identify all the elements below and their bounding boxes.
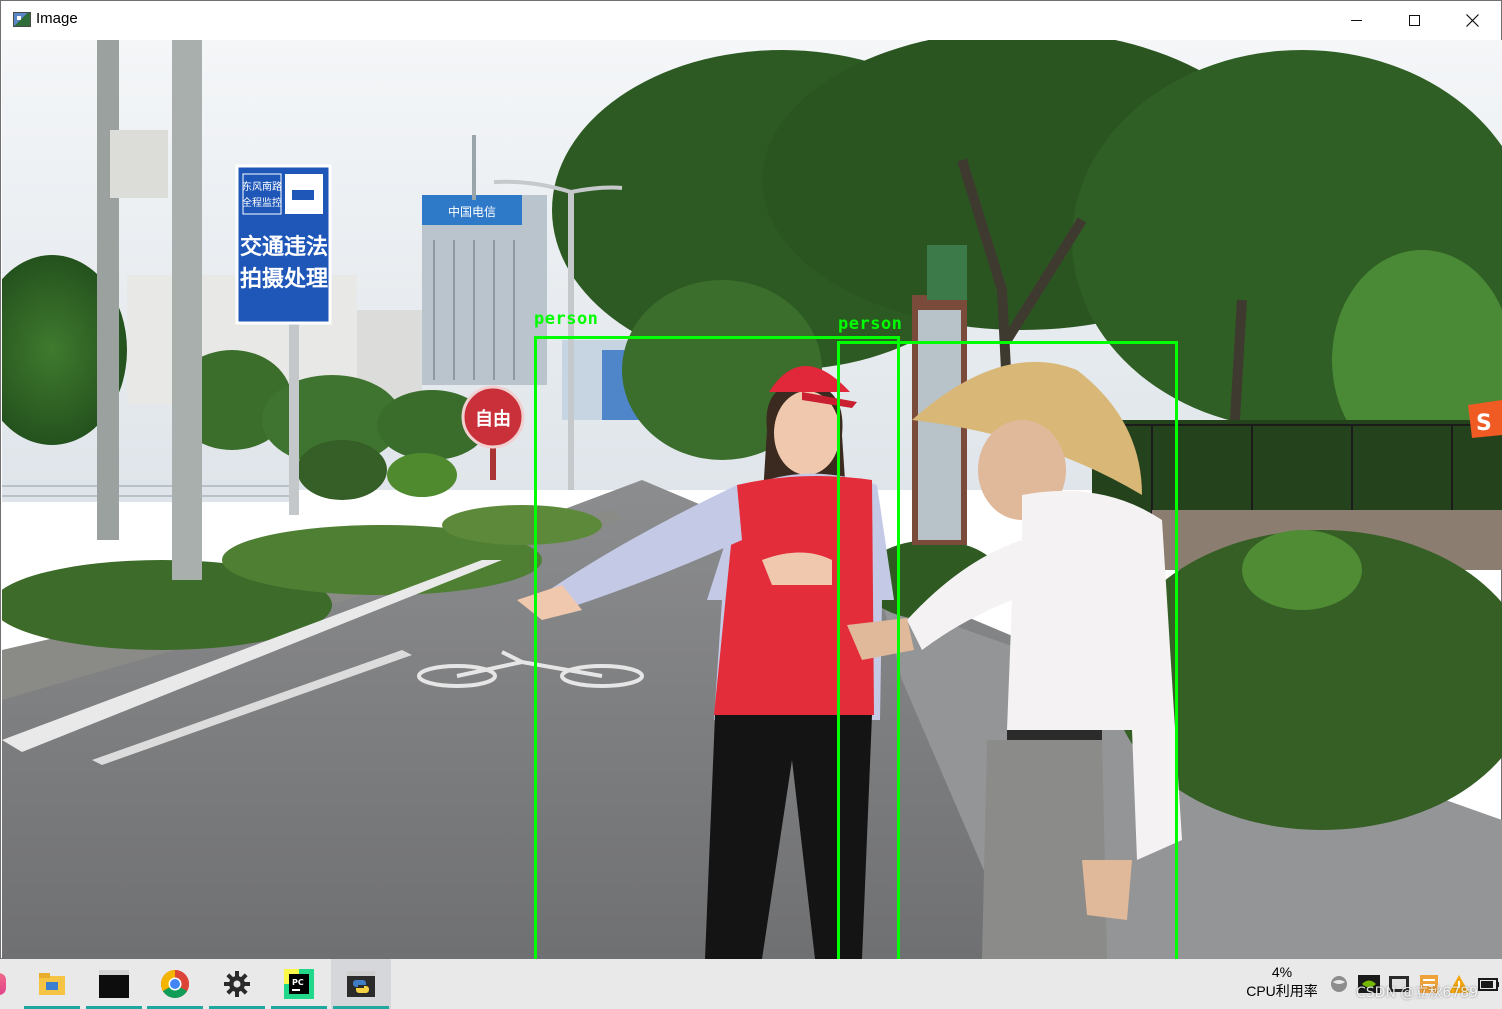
- taskbar-app-python[interactable]: [331, 959, 391, 1009]
- detection-label-person-2: person: [838, 314, 903, 334]
- taskbar-app-pycharm[interactable]: PC: [269, 959, 329, 1009]
- chrome-icon: [161, 970, 189, 998]
- cpu-usage-label: CPU利用率: [1246, 983, 1318, 999]
- taskbar-app-terminal[interactable]: [84, 959, 144, 1009]
- pycharm-icon: PC: [284, 969, 314, 999]
- building-sign-text: 中国电信: [448, 204, 496, 219]
- image-canvas: 中国电信 东风南路 全程监控 交通违法 拍摄处理 自由 S person per…: [2, 40, 1502, 959]
- sign-small-text-1: 东风南路: [242, 180, 282, 193]
- file-explorer-icon: [39, 973, 65, 995]
- round-sign-text: 自由: [475, 408, 511, 430]
- detection-label-person-1: person: [534, 309, 599, 329]
- taskbar-app-file-explorer[interactable]: [22, 959, 82, 1009]
- terminal-icon: [99, 970, 129, 998]
- sign-small-text-2: 全程监控: [242, 196, 282, 209]
- image-app-icon: [13, 12, 31, 27]
- taskbar-partial-icon[interactable]: [0, 973, 6, 995]
- close-icon: [1465, 13, 1479, 27]
- settings-gear-icon: [224, 971, 250, 997]
- csdn-watermark: CSDN @立秋6789: [1356, 985, 1478, 1001]
- minimize-button[interactable]: [1327, 1, 1385, 39]
- maximize-button[interactable]: [1385, 1, 1443, 39]
- taskbar: PC 4% CPU利用率: [0, 959, 1502, 1009]
- taskbar-app-settings[interactable]: [207, 959, 267, 1009]
- detection-box-person-2: [837, 341, 1178, 959]
- taskbar-app-chrome[interactable]: [145, 959, 205, 1009]
- title-bar[interactable]: Image: [1, 1, 1501, 39]
- cpu-usage-widget[interactable]: 4% CPU利用率: [1232, 963, 1332, 1007]
- network-globe-icon[interactable]: [1328, 973, 1350, 995]
- sogou-logo-glyph: S: [1476, 411, 1492, 436]
- image-window: Image 中国电信 东风南路 全程监控 交通违法 拍摄处理 自由 S pers…: [0, 0, 1502, 959]
- minimize-icon: [1350, 19, 1362, 21]
- battery-icon[interactable]: [1478, 973, 1500, 995]
- sign-text-line-1: 交通违法: [240, 234, 328, 260]
- cpu-usage-value: 4%: [1271, 964, 1293, 980]
- close-button[interactable]: [1443, 1, 1501, 39]
- maximize-icon: [1408, 14, 1420, 26]
- sign-text-line-2: 拍摄处理: [240, 266, 328, 292]
- svg-text:PC: PC: [292, 978, 304, 987]
- python-icon: [347, 971, 375, 997]
- window-title: Image: [36, 10, 78, 27]
